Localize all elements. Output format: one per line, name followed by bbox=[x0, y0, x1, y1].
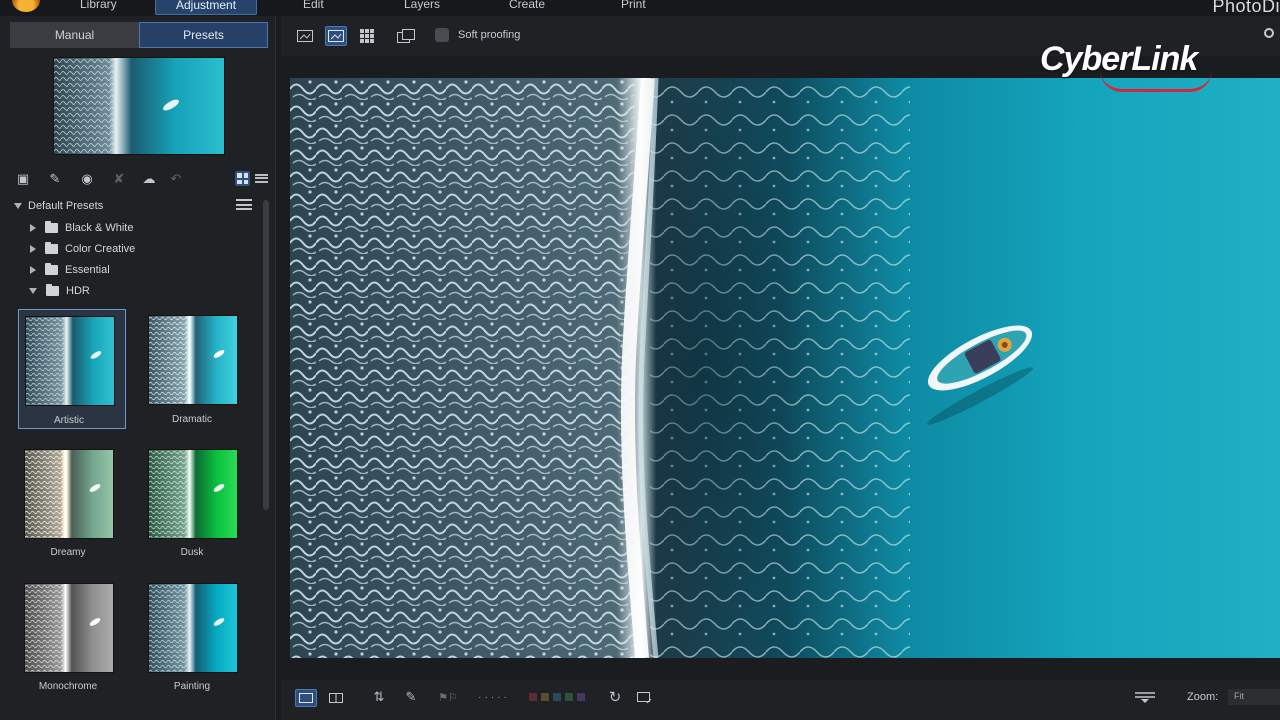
preset-thumbnail bbox=[24, 449, 114, 539]
collapse-arrow-icon bbox=[14, 203, 22, 209]
expand-arrow-icon bbox=[30, 224, 36, 232]
folder-color-creative[interactable]: Color Creative bbox=[30, 239, 286, 259]
edit-preset-icon[interactable]: ✎ bbox=[46, 170, 64, 188]
collapse-arrow-icon bbox=[29, 288, 37, 294]
preset-monochrome[interactable]: Monochrome bbox=[18, 577, 126, 697]
cyberlink-swoosh bbox=[1100, 70, 1212, 92]
preset-thumbnail bbox=[148, 315, 238, 405]
app-title: PhotoDi bbox=[1212, 0, 1280, 16]
folder-black-white[interactable]: Black & White bbox=[30, 218, 286, 238]
delete-preset-icon[interactable]: ✘ bbox=[110, 170, 128, 188]
preset-tools: ▣ ✎ ◉ ✘ ☁ ↶ bbox=[12, 168, 268, 190]
preset-thumbnail bbox=[148, 583, 238, 673]
zoom-select[interactable]: Fit bbox=[1228, 689, 1280, 705]
soft-proofing-checkbox[interactable] bbox=[435, 28, 449, 42]
photo-canvas[interactable] bbox=[290, 78, 1280, 658]
flag-icon[interactable]: ⚑⚐ bbox=[437, 689, 459, 705]
folder-icon bbox=[45, 242, 58, 254]
preview-thumbnail bbox=[53, 57, 225, 155]
folder-icon bbox=[45, 221, 58, 233]
grid-view-icon[interactable] bbox=[235, 171, 250, 186]
left-panel: Manual Presets ▣ ✎ ◉ ✘ ☁ ↶ Default Prese… bbox=[0, 16, 276, 720]
menu-edit[interactable]: Edit bbox=[303, 0, 324, 11]
list-view-icon[interactable] bbox=[254, 171, 269, 186]
folder-icon bbox=[45, 263, 58, 275]
preset-label: Dreamy bbox=[50, 547, 86, 558]
tab-presets[interactable]: Presets bbox=[139, 22, 268, 48]
expand-arrow-icon bbox=[30, 245, 36, 253]
sort-icon[interactable]: ⇅ bbox=[369, 689, 389, 705]
expand-arrow-icon bbox=[30, 266, 36, 274]
menu-layers[interactable]: Layers bbox=[404, 0, 440, 11]
zoom-label: Zoom: bbox=[1187, 691, 1219, 703]
folder-label: Color Creative bbox=[65, 243, 136, 255]
soft-proofing-label: Soft proofing bbox=[458, 29, 521, 41]
compare-view-icon[interactable] bbox=[395, 26, 417, 46]
menu-library[interactable]: Library bbox=[80, 0, 117, 11]
menu-print[interactable]: Print bbox=[621, 0, 646, 11]
preset-label: Painting bbox=[173, 681, 211, 692]
rating-dots-icon[interactable]: ····· bbox=[469, 689, 519, 705]
top-menu-bar: Library Adjustment Edit Layers Create Pr… bbox=[0, 0, 1280, 16]
thumbnail-grid-icon[interactable] bbox=[356, 26, 378, 46]
folder-icon bbox=[46, 284, 59, 296]
preset-label: Dramatic bbox=[171, 414, 212, 425]
crop-icon[interactable] bbox=[635, 689, 655, 705]
view-options-icon[interactable] bbox=[1133, 689, 1157, 705]
split-frame-icon[interactable] bbox=[325, 689, 347, 707]
rotate-icon[interactable]: ↻ bbox=[605, 689, 625, 706]
folder-label: Essential bbox=[65, 264, 110, 276]
share-preset-icon[interactable]: ◉ bbox=[78, 170, 96, 188]
menu-create[interactable]: Create bbox=[509, 0, 545, 11]
preset-label: Monochrome bbox=[38, 681, 98, 692]
menu-adjustment[interactable]: Adjustment bbox=[155, 0, 258, 15]
single-view-icon[interactable] bbox=[325, 26, 347, 46]
single-frame-icon[interactable] bbox=[295, 689, 317, 707]
bottom-toolbar: ⇅ ✎ ⚑⚐ ····· ↻ Zoom: Fit bbox=[281, 680, 1280, 720]
preset-dramatic[interactable]: Dramatic bbox=[142, 309, 250, 429]
folder-label: HDR bbox=[66, 285, 90, 297]
search-icon[interactable] bbox=[1264, 28, 1274, 38]
brush-icon[interactable]: ✎ bbox=[401, 689, 421, 705]
preset-tree: Default Presets bbox=[8, 196, 256, 214]
undo-icon[interactable]: ↶ bbox=[167, 170, 185, 188]
folder-label: Black & White bbox=[65, 222, 134, 234]
preset-scrollbar[interactable] bbox=[263, 200, 269, 510]
tree-root-label: Default Presets bbox=[28, 200, 104, 212]
tree-root[interactable]: Default Presets bbox=[14, 196, 270, 216]
folder-essential[interactable]: Essential bbox=[30, 260, 286, 280]
preset-dusk[interactable]: Dusk bbox=[142, 443, 250, 563]
preset-artistic[interactable]: Artistic bbox=[18, 309, 126, 429]
color-label-icon[interactable] bbox=[529, 689, 591, 705]
folder-hdr[interactable]: HDR bbox=[29, 281, 285, 301]
tree-menu-icon[interactable] bbox=[236, 199, 252, 210]
cloud-icon[interactable]: ☁ bbox=[140, 170, 158, 188]
before-after-icon[interactable] bbox=[294, 26, 316, 46]
preset-thumbnail bbox=[24, 583, 114, 673]
app-logo-icon bbox=[12, 0, 40, 12]
preset-thumbnail bbox=[148, 449, 238, 539]
mode-tabs: Manual Presets bbox=[10, 22, 268, 48]
preset-dreamy[interactable]: Dreamy bbox=[18, 443, 126, 563]
preset-label: Dusk bbox=[180, 547, 204, 558]
preset-painting[interactable]: Painting bbox=[142, 577, 250, 697]
tab-manual[interactable]: Manual bbox=[10, 22, 139, 48]
preset-label: Artistic bbox=[54, 415, 84, 426]
import-preset-icon[interactable]: ▣ bbox=[14, 170, 32, 188]
preset-thumbnail bbox=[25, 316, 115, 406]
